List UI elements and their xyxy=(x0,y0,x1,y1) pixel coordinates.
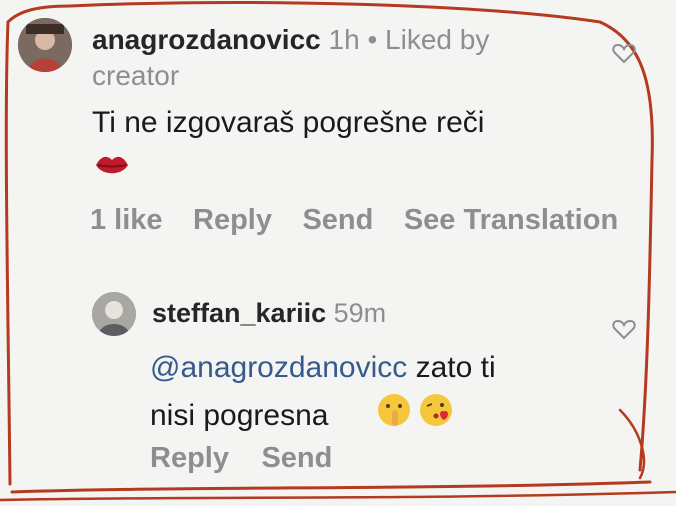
reply-actions: Reply Send xyxy=(150,442,332,475)
username[interactable]: anagrozdanovicc xyxy=(92,24,321,55)
profile-photo xyxy=(92,292,136,336)
send-button[interactable]: Send xyxy=(261,442,332,474)
avatar[interactable] xyxy=(18,18,72,72)
like-heart-icon[interactable] xyxy=(612,42,636,64)
comment-time: 1h xyxy=(328,24,360,55)
comment-actions: 1 like Reply Send See Translation xyxy=(90,204,618,237)
reply-text-line2: nisi pogresna xyxy=(150,399,329,432)
send-button[interactable]: Send xyxy=(302,204,373,236)
reply-text: @anagrozdanovicc zato ti nisi pogresna xyxy=(150,344,600,440)
reply-header: steffan_kariic 59m xyxy=(152,296,386,330)
reply-text-line1: zato ti xyxy=(407,351,496,384)
comment-time: 59m xyxy=(333,298,387,328)
liked-by-creator: creator xyxy=(92,60,180,91)
liked-by-label: Liked by xyxy=(385,24,490,55)
comment-text: Ti ne izgovaraš pogrešne reči xyxy=(92,106,485,139)
reply-button[interactable]: Reply xyxy=(193,204,272,236)
username[interactable]: steffan_kariic xyxy=(152,298,326,328)
mention-link[interactable]: @anagrozdanovicc xyxy=(150,351,407,384)
face-blowing-kiss-emoji-icon xyxy=(420,394,452,426)
lips-emoji-icon xyxy=(96,156,128,174)
reply-button[interactable]: Reply xyxy=(150,442,229,474)
like-heart-icon[interactable] xyxy=(612,318,636,340)
see-translation-button[interactable]: See Translation xyxy=(404,204,618,236)
avatar[interactable] xyxy=(92,292,136,336)
profile-photo xyxy=(18,18,72,72)
shushing-face-emoji-icon xyxy=(378,394,410,426)
comment-header: anagrozdanovicc 1h • Liked by creator xyxy=(92,22,572,94)
separator-dot: • xyxy=(367,24,378,55)
likes-count[interactable]: 1 like xyxy=(90,204,163,236)
